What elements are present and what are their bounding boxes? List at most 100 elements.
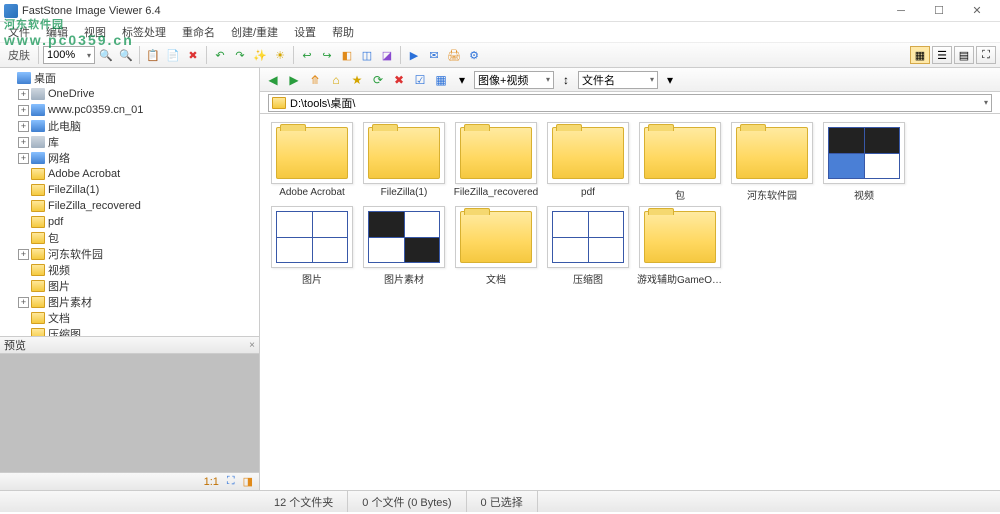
- sort-dir-icon[interactable]: ▾: [661, 71, 679, 89]
- thumbnail-item[interactable]: 视频: [820, 122, 908, 202]
- tree-node[interactable]: 视频: [0, 262, 259, 278]
- effects-icon[interactable]: ✨: [251, 46, 269, 64]
- tree-node[interactable]: +河东软件园: [0, 246, 259, 262]
- calendar-icon[interactable]: ▦: [432, 71, 450, 89]
- menu-create[interactable]: 创建/重建: [227, 22, 282, 42]
- slideshow-icon[interactable]: ▶: [405, 46, 423, 64]
- thumbnail-area[interactable]: Adobe Acrobat FileZilla(1) FileZilla_recov…: [260, 114, 1000, 490]
- dropdown-icon[interactable]: ▾: [453, 71, 471, 89]
- sort-icon[interactable]: ↕: [557, 71, 575, 89]
- thumbnail-item[interactable]: Adobe Acrobat: [268, 122, 356, 202]
- crop-icon[interactable]: ◧: [338, 46, 356, 64]
- tree-node[interactable]: +库: [0, 134, 259, 150]
- forward-icon[interactable]: ▶: [285, 71, 303, 89]
- expand-icon[interactable]: +: [18, 89, 29, 100]
- preview-close-icon[interactable]: ×: [249, 340, 255, 351]
- status-files: 0 个文件 (0 Bytes): [348, 491, 466, 512]
- tree-node[interactable]: 文档: [0, 310, 259, 326]
- image-preview: [368, 211, 440, 263]
- pc-icon: [31, 120, 45, 132]
- expand-icon[interactable]: +: [18, 297, 29, 308]
- zoom-in-icon[interactable]: 🔍: [117, 46, 135, 64]
- rotate-left-icon[interactable]: ↶: [211, 46, 229, 64]
- thumbnail-item[interactable]: 图片素材: [360, 206, 448, 286]
- tree-node[interactable]: FileZilla_recovered: [0, 198, 259, 214]
- folder-icon: [272, 97, 286, 109]
- thumbnail-item[interactable]: 河东软件园: [728, 122, 816, 202]
- compare-icon[interactable]: ◪: [378, 46, 396, 64]
- zoom-combo[interactable]: 100%▾: [43, 46, 95, 64]
- zoom-out-icon[interactable]: 🔍: [97, 46, 115, 64]
- print-icon[interactable]: 🖨: [445, 46, 463, 64]
- menu-settings[interactable]: 设置: [290, 22, 320, 42]
- menu-edit[interactable]: 编辑: [42, 22, 72, 42]
- expand-icon[interactable]: +: [18, 105, 29, 116]
- thumbnail-item[interactable]: 文档: [452, 206, 540, 286]
- stop-icon[interactable]: ✖: [390, 71, 408, 89]
- thumbnail-label: FileZilla(1): [381, 187, 428, 198]
- settings-icon[interactable]: ⚙: [465, 46, 483, 64]
- move-icon[interactable]: 📄: [164, 46, 182, 64]
- copy-icon[interactable]: 📋: [144, 46, 162, 64]
- resize-icon[interactable]: ◫: [358, 46, 376, 64]
- expand-icon[interactable]: +: [18, 137, 29, 148]
- tree-node[interactable]: 桌面: [0, 70, 259, 86]
- thumbnail-item[interactable]: 游戏辅助GameOfM...: [636, 206, 724, 286]
- menu-help[interactable]: 帮助: [328, 22, 358, 42]
- rotate-right-icon[interactable]: ↷: [231, 46, 249, 64]
- delete-icon[interactable]: ✖: [184, 46, 202, 64]
- back-icon[interactable]: ◀: [264, 71, 282, 89]
- tree-node[interactable]: 图片: [0, 278, 259, 294]
- expand-icon[interactable]: +: [18, 121, 29, 132]
- image-preview: [828, 127, 900, 179]
- thumbnail-item[interactable]: 图片: [268, 206, 356, 286]
- refresh-icon[interactable]: ⟳: [369, 71, 387, 89]
- tree-node[interactable]: +www.pc0359.cn_01: [0, 102, 259, 118]
- path-combo[interactable]: D:\tools\桌面\ ▾: [268, 94, 992, 112]
- thumbnail-label: pdf: [581, 187, 595, 198]
- type-filter-combo[interactable]: 图像+视频▾: [474, 71, 554, 89]
- expand-icon[interactable]: +: [18, 153, 29, 164]
- sort-combo[interactable]: 文件名▾: [578, 71, 658, 89]
- folder-tree[interactable]: 桌面+OneDrive+www.pc0359.cn_01+此电脑+库+网络 Ado…: [0, 68, 259, 336]
- view-details-button[interactable]: ▤: [954, 46, 974, 64]
- view-fullscreen-button[interactable]: ⛶: [976, 46, 996, 64]
- home-icon[interactable]: ⌂: [327, 71, 345, 89]
- tree-node[interactable]: +此电脑: [0, 118, 259, 134]
- view-thumbnails-button[interactable]: ▦: [910, 46, 930, 64]
- tree-node[interactable]: 压缩图: [0, 326, 259, 336]
- menu-file[interactable]: 文件: [4, 22, 34, 42]
- menu-view[interactable]: 视图: [80, 22, 110, 42]
- thumbnail-item[interactable]: 包: [636, 122, 724, 202]
- undo-icon[interactable]: ↩: [298, 46, 316, 64]
- thumbnail-item[interactable]: FileZilla_recovered: [452, 122, 540, 202]
- minimize-button[interactable]: ─: [882, 0, 920, 22]
- redo-icon[interactable]: ↪: [318, 46, 336, 64]
- tree-node[interactable]: +网络: [0, 150, 259, 166]
- view-list-button[interactable]: ☰: [932, 46, 952, 64]
- skin-button[interactable]: 皮肤: [4, 46, 34, 64]
- thumbnail-item[interactable]: 压缩图: [544, 206, 632, 286]
- tree-node[interactable]: +OneDrive: [0, 86, 259, 102]
- maximize-button[interactable]: ☐: [920, 0, 958, 22]
- menu-rename[interactable]: 重命名: [178, 22, 219, 42]
- thumbnail-item[interactable]: FileZilla(1): [360, 122, 448, 202]
- tree-node[interactable]: pdf: [0, 214, 259, 230]
- email-icon[interactable]: ✉: [425, 46, 443, 64]
- expand-icon[interactable]: +: [18, 249, 29, 260]
- tree-node[interactable]: FileZilla(1): [0, 182, 259, 198]
- menu-tag[interactable]: 标签处理: [118, 22, 170, 42]
- folder-icon: [31, 184, 45, 196]
- thumbnail-item[interactable]: pdf: [544, 122, 632, 202]
- select-icon[interactable]: ☑: [411, 71, 429, 89]
- fav-icon[interactable]: ★: [348, 71, 366, 89]
- close-button[interactable]: ✕: [958, 0, 996, 22]
- brightness-icon[interactable]: ☀: [271, 46, 289, 64]
- tree-label: Adobe Acrobat: [48, 168, 120, 180]
- tree-node[interactable]: +图片素材: [0, 294, 259, 310]
- tree-node[interactable]: Adobe Acrobat: [0, 166, 259, 182]
- fit-icon[interactable]: ⛶: [227, 475, 235, 488]
- expand-icon[interactable]: ◨: [243, 475, 253, 488]
- up-icon[interactable]: ⤊: [306, 71, 324, 89]
- tree-node[interactable]: 包: [0, 230, 259, 246]
